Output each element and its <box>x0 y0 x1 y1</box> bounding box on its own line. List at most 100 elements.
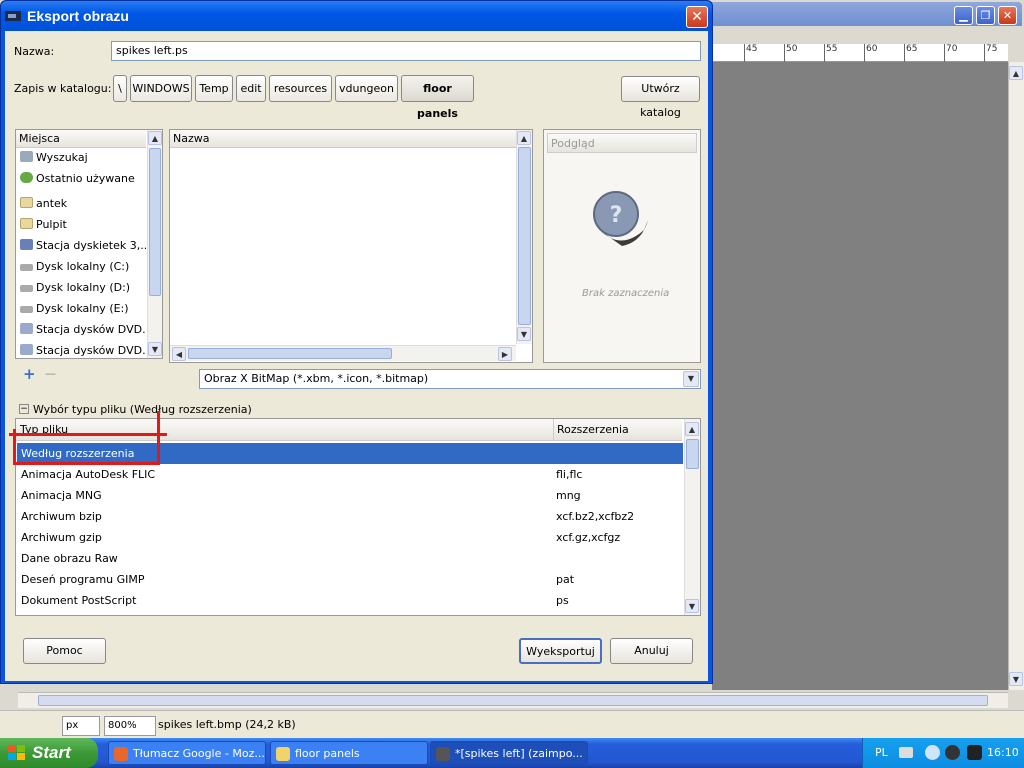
places-header[interactable]: Miejsca <box>16 130 146 148</box>
filetype-row[interactable]: Deseń programu GIMP pat <box>17 569 683 590</box>
filetype-table-header: Typ pliku Rozszerzenia <box>16 419 682 441</box>
scrollbar-thumb[interactable] <box>149 148 161 296</box>
task-folder[interactable]: floor panels <box>270 741 428 765</box>
files-horizontal-scrollbar[interactable]: ◀ ▶ <box>170 345 516 361</box>
file-filter-select[interactable]: Obraz X BitMap (*.xbm, *.icon, *.bitmap)… <box>199 369 701 389</box>
filetype-row[interactable]: Animacja AutoDesk FLIC fli,flc <box>17 464 683 485</box>
scrollbar-thumb[interactable] <box>518 147 531 325</box>
create-folder-button[interactable]: Utwórz katalog <box>621 76 700 119</box>
filetype-row[interactable]: Animacja MNG mng <box>17 485 683 506</box>
scroll-up-icon[interactable]: ▲ <box>517 131 531 145</box>
annotation-mark <box>157 411 160 465</box>
firefox-icon <box>114 747 128 761</box>
scroll-down-icon[interactable]: ▼ <box>517 327 531 341</box>
minimize-button[interactable]: ▁ <box>954 6 973 25</box>
clock-icon <box>20 172 33 183</box>
breadcrumb-vdungeon[interactable]: vdungeon <box>335 75 398 102</box>
speaker-icon[interactable] <box>945 745 960 760</box>
scroll-down-icon[interactable]: ▼ <box>685 599 699 613</box>
remove-bookmark-button[interactable]: — <box>45 367 56 380</box>
scroll-up-icon[interactable]: ▲ <box>685 422 699 436</box>
search-icon <box>20 151 33 162</box>
filename-input[interactable]: spikes left.ps <box>111 41 701 61</box>
filetype-row[interactable]: Archiwum gzip xcf.gz,xcfgz <box>17 527 683 548</box>
filetype-row[interactable]: Według rozszerzenia <box>17 443 683 464</box>
breadcrumb-windows[interactable]: WINDOWS <box>130 75 192 102</box>
expander-toggle-icon[interactable]: − <box>19 404 29 414</box>
network-icon[interactable] <box>925 745 940 760</box>
scroll-right-icon[interactable]: ▶ <box>498 347 512 361</box>
breadcrumb-resources[interactable]: resources <box>269 75 332 102</box>
scrollbar-thumb[interactable] <box>686 439 699 469</box>
filetype-row[interactable]: Dane obrazu Raw <box>17 548 683 569</box>
filetype-row[interactable]: Archiwum bzip xcf.bz2,xcfbz2 <box>17 506 683 527</box>
tray-app-icon[interactable] <box>967 745 982 760</box>
gimp-icon <box>5 11 21 21</box>
files-panel: Nazwa ▲ ▼ ◀ ▶ <box>169 129 533 363</box>
unit-select[interactable]: px <box>62 716 100 736</box>
place-recent[interactable]: Ostatnio używane <box>18 168 146 189</box>
horizontal-ruler: 45 50 55 60 65 70 75 <box>712 44 1008 62</box>
preview-empty-text: Brak zaznaczenia <box>582 288 670 299</box>
files-name-header[interactable]: Nazwa <box>170 130 516 148</box>
ruler-tick: 75 <box>984 44 997 62</box>
canvas-horizontal-scrollbar[interactable] <box>18 692 1008 708</box>
preview-header: Podgląd <box>547 133 697 153</box>
clock: 16:10 <box>987 746 1019 759</box>
ruler-tick: 55 <box>824 44 837 62</box>
extensions-column-header[interactable]: Rozszerzenia <box>553 419 629 441</box>
image-window-titlebar: ▁ ❐ ✕ <box>700 2 1022 26</box>
cancel-button[interactable]: Anuluj <box>610 638 693 664</box>
scroll-down-icon[interactable]: ▼ <box>148 342 162 356</box>
breadcrumb-edit[interactable]: edit <box>236 75 266 102</box>
dvd-drive-icon <box>20 344 33 355</box>
image-canvas[interactable] <box>712 62 1008 690</box>
place-dvd-2[interactable]: Stacja dysków DVD... <box>18 340 146 361</box>
places-panel: Miejsca Wyszukaj Ostatnio używane antek … <box>15 129 163 359</box>
breadcrumb-floor-panels[interactable]: floor panels <box>401 75 474 120</box>
filetype-row[interactable]: Dokument PostScript ps <box>17 590 683 611</box>
scrollbar-thumb[interactable] <box>38 695 988 706</box>
task-firefox[interactable]: Tłumacz Google - Moz... <box>108 741 266 765</box>
breadcrumb-temp[interactable]: Temp <box>195 75 233 102</box>
svg-text:?: ? <box>610 203 623 228</box>
places-scrollbar[interactable]: ▲ ▼ <box>147 130 162 358</box>
scroll-up-icon[interactable]: ▲ <box>1009 66 1023 80</box>
zoom-select[interactable]: 800% <box>104 716 156 736</box>
start-button[interactable]: Start <box>0 738 98 768</box>
maximize-button[interactable]: ❐ <box>976 6 995 25</box>
add-bookmark-button[interactable]: + <box>23 365 36 383</box>
place-dvd-1[interactable]: Stacja dysków DVD... <box>18 319 146 340</box>
place-floppy[interactable]: Stacja dyskietek 3,... <box>18 235 146 256</box>
window-close-button[interactable]: ✕ <box>998 6 1017 25</box>
place-antek[interactable]: antek <box>18 193 146 214</box>
scroll-up-icon[interactable]: ▲ <box>148 131 162 145</box>
drive-icon <box>20 285 33 292</box>
folder-icon <box>20 197 33 208</box>
dialog-body: Nazwa: spikes left.ps Zapis w katalogu: … <box>5 31 708 681</box>
task-gimp[interactable]: *[spikes left] (zaimpo... <box>430 741 588 765</box>
place-search[interactable]: Wyszukaj <box>18 147 146 168</box>
breadcrumb-root[interactable]: \ <box>113 75 127 102</box>
place-drive-d[interactable]: Dysk lokalny (D:) <box>18 277 146 298</box>
dialog-title: Eksport obrazu <box>27 8 129 24</box>
type-column-header[interactable]: Typ pliku <box>20 419 68 441</box>
file-filter-value: Obraz X BitMap (*.xbm, *.icon, *.bitmap) <box>204 372 429 385</box>
place-desktop[interactable]: Pulpit <box>18 214 146 235</box>
scroll-down-icon[interactable]: ▼ <box>1009 672 1023 686</box>
scroll-left-icon[interactable]: ◀ <box>172 347 186 361</box>
place-drive-e[interactable]: Dysk lokalny (E:) <box>18 298 146 319</box>
export-button[interactable]: Wyeksportuj <box>519 638 602 664</box>
filetype-scrollbar[interactable]: ▲ ▼ <box>684 419 700 615</box>
files-vertical-scrollbar[interactable]: ▲ ▼ <box>516 130 532 344</box>
help-button[interactable]: Pomoc <box>23 638 106 664</box>
chevron-down-icon[interactable]: ▼ <box>683 371 699 387</box>
language-indicator[interactable]: PL <box>875 738 888 768</box>
scrollbar-thumb[interactable] <box>188 348 392 359</box>
status-file-info: spikes left.bmp (24,2 kB) <box>158 718 296 731</box>
start-label: Start <box>32 743 71 762</box>
canvas-vertical-scrollbar[interactable]: ▲ ▼ <box>1008 62 1024 690</box>
place-drive-c[interactable]: Dysk lokalny (C:) <box>18 256 146 277</box>
dialog-close-button[interactable]: ✕ <box>686 6 708 28</box>
keyboard-icon[interactable] <box>899 747 913 758</box>
